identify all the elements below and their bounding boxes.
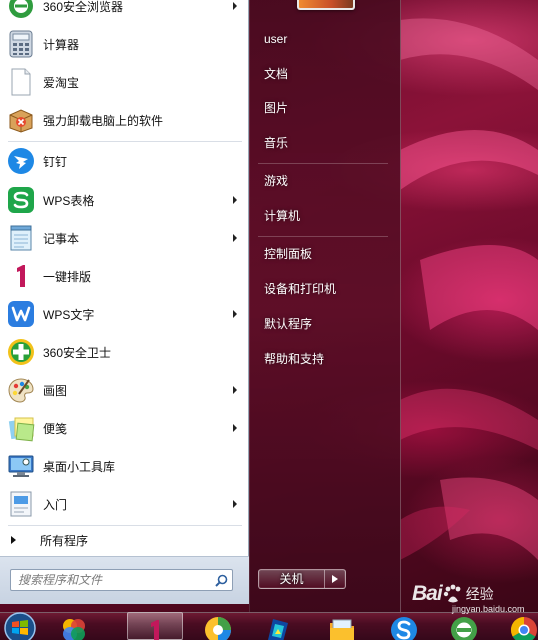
submenu-arrow-icon bbox=[233, 2, 237, 10]
program-item[interactable]: 360安全浏览器 bbox=[2, 0, 246, 24]
user-picture[interactable] bbox=[297, 0, 355, 10]
place-computer[interactable]: 计算机 bbox=[255, 202, 393, 230]
program-label: 一键排版 bbox=[43, 269, 92, 284]
start-button[interactable] bbox=[0, 611, 40, 640]
search-input[interactable] bbox=[11, 571, 210, 589]
submenu-arrow-icon bbox=[233, 196, 237, 204]
program-item[interactable]: WPS文字 bbox=[2, 296, 246, 332]
windows-orb-icon bbox=[4, 612, 36, 640]
program-item[interactable]: 桌面小工具库 bbox=[2, 448, 246, 484]
program-label: WPS表格 bbox=[43, 193, 95, 208]
one-key-layout-icon bbox=[151, 620, 159, 640]
places-separator bbox=[258, 163, 388, 164]
place-help-support[interactable]: 帮助和支持 bbox=[255, 345, 393, 373]
chevron-right-icon bbox=[332, 575, 338, 583]
360-security-icon bbox=[5, 336, 37, 368]
search-button[interactable] bbox=[210, 570, 232, 590]
shutdown-button-group: 关机 bbox=[258, 569, 346, 589]
taskbar-button-active[interactable] bbox=[127, 612, 183, 640]
place-default-programs[interactable]: 默认程序 bbox=[255, 310, 393, 338]
wps-writer-icon bbox=[5, 298, 37, 330]
taskbar-button[interactable] bbox=[250, 612, 306, 640]
program-label: 强力卸载电脑上的软件 bbox=[43, 113, 164, 128]
program-item[interactable]: WPS表格 bbox=[2, 182, 246, 218]
program-item[interactable]: 强力卸载电脑上的软件 bbox=[2, 102, 246, 138]
shutdown-button[interactable]: 关机 bbox=[259, 570, 325, 588]
taskbar-button[interactable] bbox=[436, 612, 492, 640]
places-separator bbox=[258, 236, 388, 237]
place-control-panel[interactable]: 控制面板 bbox=[255, 240, 393, 268]
program-item[interactable]: 记事本 bbox=[2, 220, 246, 256]
program-item[interactable]: 钉钉 bbox=[2, 143, 246, 179]
color-app-icon bbox=[205, 617, 231, 640]
place-games[interactable]: 游戏 bbox=[255, 167, 393, 195]
paint-palette-icon bbox=[5, 374, 37, 406]
taskbar-button[interactable] bbox=[314, 612, 370, 640]
program-label: 记事本 bbox=[43, 231, 80, 246]
start-menu-left-pane: 360安全浏览器 计算器 爱淘宝 强力卸载电脑上的软件 钉钉 WPS表格 记事本… bbox=[0, 0, 249, 604]
program-item[interactable]: 一键排版 bbox=[2, 258, 246, 294]
taskbar-button[interactable] bbox=[46, 612, 102, 640]
programs-separator bbox=[8, 525, 242, 526]
taskbar-button[interactable] bbox=[190, 612, 246, 640]
submenu-arrow-icon bbox=[233, 424, 237, 432]
search-area bbox=[0, 556, 249, 604]
place-pictures[interactable]: 图片 bbox=[255, 94, 393, 122]
program-item[interactable]: 便笺 bbox=[2, 410, 246, 446]
shutdown-options-button[interactable] bbox=[325, 570, 345, 588]
taskbar-button[interactable] bbox=[376, 612, 432, 640]
desktop-gadgets-icon bbox=[5, 450, 37, 482]
start-menu-right-pane bbox=[249, 0, 401, 612]
all-programs-label: 所有程序 bbox=[40, 533, 89, 548]
sticky-notes-icon bbox=[5, 412, 37, 444]
submenu-arrow-icon bbox=[233, 500, 237, 508]
program-item[interactable]: 画图 bbox=[2, 372, 246, 408]
sogou-icon bbox=[391, 617, 417, 640]
program-label: 钉钉 bbox=[43, 154, 68, 169]
dingtalk-icon bbox=[5, 145, 37, 177]
search-icon bbox=[214, 574, 227, 587]
program-label: 便笺 bbox=[43, 421, 68, 436]
getting-started-icon bbox=[5, 488, 37, 520]
program-item[interactable]: 爱淘宝 bbox=[2, 64, 246, 100]
program-label: 入门 bbox=[43, 497, 68, 512]
program-item[interactable]: 入门 bbox=[2, 486, 246, 522]
notepad-icon bbox=[5, 222, 37, 254]
search-box bbox=[10, 569, 233, 591]
wps-spreadsheet-icon bbox=[5, 184, 37, 216]
360-browser-icon bbox=[5, 0, 37, 22]
program-label: 画图 bbox=[43, 383, 68, 398]
one-key-layout-icon bbox=[5, 260, 37, 292]
program-label: 360安全卫士 bbox=[43, 345, 112, 360]
photo-gallery-icon bbox=[63, 619, 85, 640]
submenu-arrow-icon bbox=[233, 310, 237, 318]
360-browser-icon bbox=[451, 617, 477, 640]
place-documents[interactable]: 文档 bbox=[255, 60, 393, 88]
place-user[interactable]: user bbox=[255, 25, 393, 53]
submenu-arrow-icon bbox=[233, 234, 237, 242]
file-manager-icon bbox=[330, 619, 354, 640]
all-programs-button[interactable]: 所有程序 bbox=[2, 529, 246, 551]
program-label: 桌面小工具库 bbox=[43, 459, 116, 474]
submenu-arrow-icon bbox=[233, 386, 237, 394]
calculator-icon bbox=[5, 28, 37, 60]
taskbar-button[interactable] bbox=[496, 612, 538, 640]
program-label: 爱淘宝 bbox=[43, 75, 80, 90]
program-label: WPS文字 bbox=[43, 307, 95, 322]
program-item[interactable]: 360安全卫士 bbox=[2, 334, 246, 370]
programs-separator bbox=[8, 141, 242, 142]
place-devices-printers[interactable]: 设备和打印机 bbox=[255, 275, 393, 303]
uninstall-box-icon bbox=[5, 104, 37, 136]
program-item[interactable]: 计算器 bbox=[2, 26, 246, 62]
program-label: 计算器 bbox=[43, 37, 80, 52]
expand-triangle-icon bbox=[11, 536, 16, 544]
chrome-icon bbox=[510, 616, 537, 640]
place-music[interactable]: 音乐 bbox=[255, 129, 393, 157]
image-tool-icon bbox=[268, 619, 288, 640]
program-label: 360安全浏览器 bbox=[43, 0, 124, 14]
blank-page-icon bbox=[5, 66, 37, 98]
